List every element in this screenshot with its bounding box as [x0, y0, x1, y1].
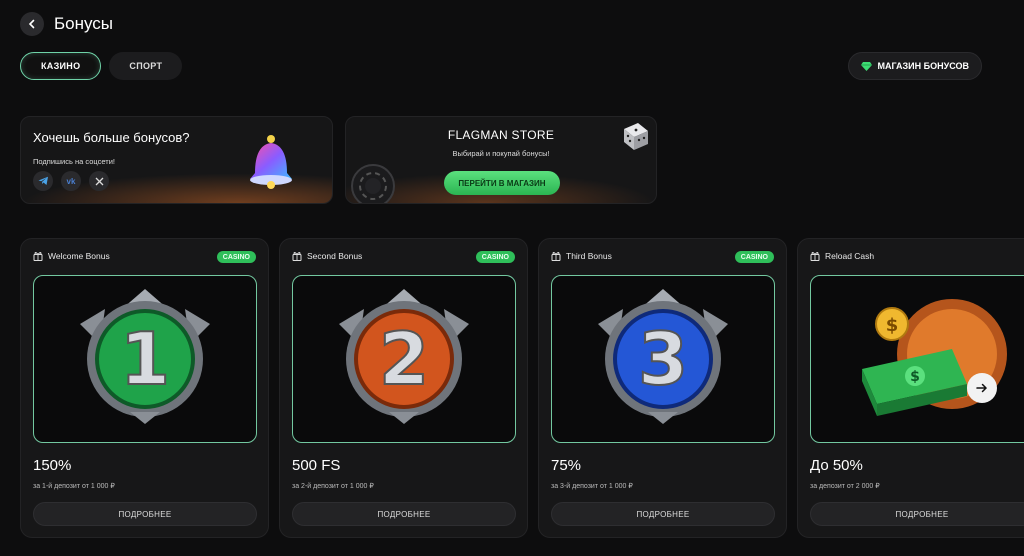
chevron-left-icon	[28, 19, 35, 29]
cash-stack-icon: $ $	[862, 299, 1007, 416]
x-icon[interactable]	[89, 171, 109, 191]
gift-icon	[292, 252, 302, 261]
details-button[interactable]: ПОДРОБНЕЕ	[292, 502, 516, 526]
bonus-amount: 150%	[33, 457, 72, 474]
details-button[interactable]: ПОДРОБНЕЕ	[810, 502, 1024, 526]
bonus-card-title: Reload Cash	[825, 251, 875, 261]
bonus-condition: за 3-й депозит от 1 000 ₽	[551, 483, 633, 490]
social-promo-title: Хочешь больше бонусов?	[33, 130, 190, 145]
bonus-card-title: Second Bonus	[307, 251, 363, 261]
bonus-medal-image: 1	[33, 275, 257, 443]
details-button[interactable]: ПОДРОБНЕЕ	[33, 502, 257, 526]
bonus-card[interactable]: Welcome Bonus CASINO 1 150% за 1-й депоз…	[20, 238, 269, 538]
bell-icon	[250, 135, 292, 189]
casino-badge: CASINO	[475, 251, 515, 263]
bonus-cash-image: $ $	[810, 275, 1024, 443]
bonus-store-button[interactable]: МАГАЗИН БОНУСОВ	[847, 52, 982, 80]
arrow-right-icon	[976, 383, 988, 393]
store-promo-card: FLAGMAN STORE Выбирай и покупай бонусы! …	[345, 116, 657, 204]
gift-icon	[551, 252, 561, 261]
page-header: Бонусы	[20, 12, 113, 36]
bonus-condition: за 1-й депозит от 1 000 ₽	[33, 483, 115, 490]
bonus-store-label: МАГАЗИН БОНУСОВ	[877, 61, 969, 71]
back-button[interactable]	[20, 12, 44, 36]
poker-chip-icon	[351, 164, 395, 203]
carousel-next-button[interactable]	[967, 373, 997, 403]
medal-three-icon: 3	[598, 289, 728, 424]
tab-casino[interactable]: КАЗИНО	[20, 52, 102, 80]
bonus-medal-image: 3	[551, 275, 775, 443]
dice-icon	[624, 123, 648, 150]
telegram-icon[interactable]	[33, 171, 53, 191]
bonus-amount: До 50%	[810, 457, 863, 474]
gift-icon	[33, 252, 43, 261]
bonus-amount: 75%	[551, 457, 582, 474]
bonus-condition: за депозит от 2 000 ₽	[810, 483, 880, 490]
casino-badge: CASINO	[734, 251, 774, 263]
svg-text:2: 2	[379, 317, 429, 401]
svg-text:3: 3	[638, 317, 688, 401]
bonus-amount: 500 FS	[292, 457, 341, 474]
svg-text:$: $	[910, 369, 920, 385]
category-tabs: КАЗИНО СПОРТ	[20, 52, 183, 80]
go-to-store-button[interactable]: ПЕРЕЙТИ В МАГАЗИН	[444, 171, 560, 195]
medal-one-icon: 1	[80, 289, 210, 424]
svg-text:1: 1	[120, 317, 170, 401]
bonus-card[interactable]: Third Bonus CASINO 3 75% за 3-й депозит …	[538, 238, 787, 538]
social-promo-subtitle: Подпишись на соцсети!	[33, 157, 115, 166]
bonus-card-title: Welcome Bonus	[48, 251, 110, 261]
store-promo-title: FLAGMAN STORE	[447, 128, 555, 142]
bonus-card[interactable]: Second Bonus CASINO 2 500 FS за 2-й депо…	[279, 238, 528, 538]
bonus-condition: за 2-й депозит от 1 000 ₽	[292, 483, 374, 490]
social-promo-card: Хочешь больше бонусов? Подпишись на соцс…	[20, 116, 333, 204]
store-promo-subtitle: Выбирай и покупай бонусы!	[452, 149, 550, 158]
details-button[interactable]: ПОДРОБНЕЕ	[551, 502, 775, 526]
vk-icon[interactable]: vk	[61, 171, 81, 191]
bonus-medal-image: 2	[292, 275, 516, 443]
bonus-cards-carousel: Welcome Bonus CASINO 1 150% за 1-й депоз…	[20, 238, 1024, 538]
casino-badge: CASINO	[216, 251, 256, 263]
gift-icon	[810, 252, 820, 261]
svg-text:$: $	[886, 315, 899, 336]
gem-icon	[860, 61, 872, 71]
bonus-card-title: Third Bonus	[566, 251, 612, 261]
medal-two-icon: 2	[339, 289, 469, 424]
tab-sport[interactable]: СПОРТ	[109, 52, 183, 80]
page-title: Бонусы	[54, 14, 114, 33]
